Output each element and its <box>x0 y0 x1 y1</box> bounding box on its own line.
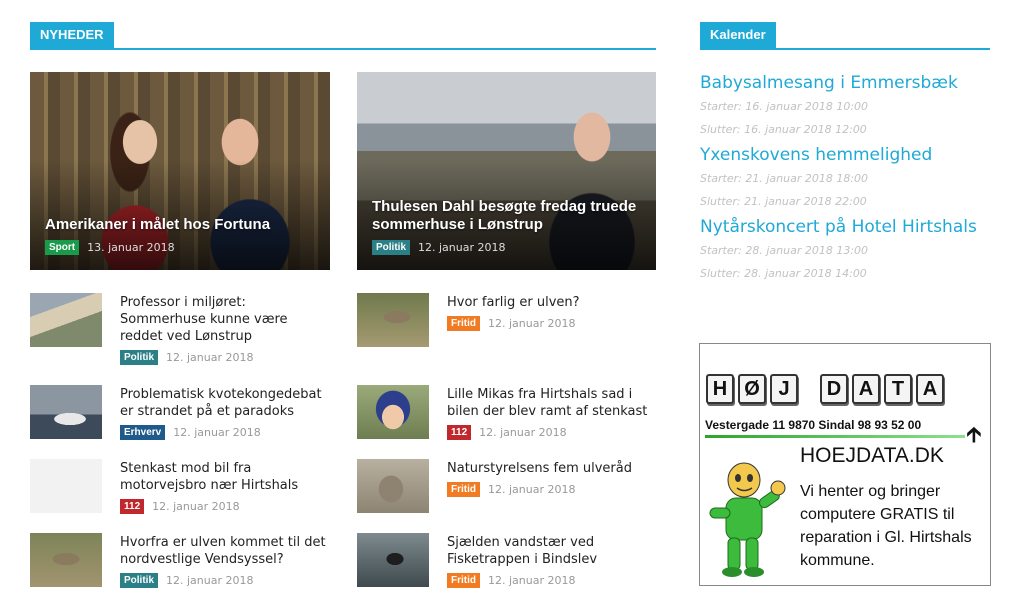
news-heading: NYHEDER <box>30 22 114 48</box>
article-date: 12. januar 2018 <box>173 426 261 439</box>
news-item[interactable]: Naturstyrelsens fem ulveråd Fritid 12. j… <box>357 459 657 517</box>
cursor-arrow-icon: 🡱 <box>966 423 982 448</box>
news-item-title[interactable]: Sjælden vandstær ved Fisketrappen i Bind… <box>447 534 659 568</box>
ad-address: Vestergade 11 9870 Sindal 98 93 52 00 <box>705 418 922 432</box>
news-item-title[interactable]: Naturstyrelsens fem ulveråd <box>447 460 659 477</box>
news-item-title[interactable]: Stenkast mod bil fra motorvejsbro nær Hi… <box>120 460 332 494</box>
logo-key: A <box>852 374 880 404</box>
event-start: Starter: 28. januar 2018 13:00 <box>700 244 869 257</box>
news-thumbnail[interactable] <box>357 385 429 439</box>
news-item[interactable]: Problematisk kvotekongedebat er strandet… <box>30 385 330 443</box>
featured-article-1[interactable]: Amerikaner i målet hos Fortuna Sport 13.… <box>30 72 330 270</box>
news-thumbnail[interactable] <box>30 533 102 587</box>
news-item[interactable]: Hvor farlig er ulven? Fritid 12. januar … <box>357 293 657 351</box>
news-thumbnail[interactable] <box>357 293 429 347</box>
event-start: Starter: 21. januar 2018 18:00 <box>700 172 869 185</box>
featured-title-2[interactable]: Thulesen Dahl besøgte fredag truede somm… <box>372 198 644 234</box>
category-tag[interactable]: Fritid <box>447 316 480 331</box>
news-thumbnail[interactable] <box>30 385 102 439</box>
event-title[interactable]: Nytårskoncert på Hotel Hirtshals <box>700 215 990 239</box>
logo-key: H <box>706 374 734 404</box>
category-tag[interactable]: Politik <box>120 350 159 365</box>
calendar-heading: Kalender <box>700 22 776 48</box>
event-end: Slutter: 21. januar 2018 22:00 <box>700 195 867 208</box>
news-thumbnail[interactable] <box>357 459 429 513</box>
category-tag[interactable]: 112 <box>447 425 472 440</box>
logo-key: Ø <box>738 374 766 404</box>
news-item-title[interactable]: Hvor farlig er ulven? <box>447 294 659 311</box>
category-tag[interactable]: Fritid <box>447 573 480 588</box>
news-thumbnail[interactable] <box>30 293 102 347</box>
ad-domain[interactable]: HOEJDATA.DK <box>800 444 944 468</box>
article-date: 12. januar 2018 <box>166 351 254 364</box>
event-title[interactable]: Babysalmesang i Emmersbæk <box>700 71 990 95</box>
category-tag[interactable]: Fritid <box>447 482 480 497</box>
news-item[interactable]: Professor i miljøret: Sommerhuse kunne v… <box>30 293 332 365</box>
event-end: Slutter: 28. januar 2018 14:00 <box>700 267 867 280</box>
news-item[interactable]: Stenkast mod bil fra motorvejsbro nær Hi… <box>30 459 330 517</box>
featured-title-1[interactable]: Amerikaner i målet hos Fortuna <box>45 216 318 234</box>
featured-article-2[interactable]: Thulesen Dahl besøgte fredag truede somm… <box>357 72 656 270</box>
news-item-title[interactable]: Problematisk kvotekongedebat er strandet… <box>120 386 332 420</box>
divider <box>705 435 965 438</box>
article-date: 12. januar 2018 <box>418 241 506 254</box>
logo-key: A <box>916 374 944 404</box>
ad-text: Vi henter og bringer computere GRATIS ti… <box>800 483 972 569</box>
category-tag[interactable]: Sport <box>45 240 80 255</box>
news-item[interactable]: Sjælden vandstær ved Fisketrappen i Bind… <box>357 533 657 591</box>
event-end: Slutter: 16. januar 2018 12:00 <box>700 123 867 136</box>
news-item-title[interactable]: Hvorfra er ulven kommet til det nordvest… <box>120 534 332 568</box>
article-date: 12. januar 2018 <box>488 574 576 587</box>
calendar-section-header: Kalender <box>700 22 990 50</box>
category-tag[interactable]: Erhverv <box>120 425 166 440</box>
article-date: 12. januar 2018 <box>479 426 567 439</box>
thumbs-up-mascot-icon <box>709 462 786 577</box>
news-section-header: NYHEDER <box>30 22 656 50</box>
category-tag[interactable]: 112 <box>120 499 145 514</box>
category-tag[interactable]: Politik <box>120 573 159 588</box>
news-item[interactable]: Hvorfra er ulven kommet til det nordvest… <box>30 533 330 591</box>
article-date: 12. januar 2018 <box>166 574 254 587</box>
article-date: 12. januar 2018 <box>488 483 576 496</box>
category-tag[interactable]: Politik <box>372 240 411 255</box>
event-title[interactable]: Yxenskovens hemmelighed <box>700 143 990 167</box>
calendar-event[interactable]: Babysalmesang i Emmersbæk Starter: 16. j… <box>700 71 990 141</box>
news-item-title[interactable]: Lille Mikas fra Hirtshals sad i bilen de… <box>447 386 659 420</box>
logo-key: D <box>820 374 848 404</box>
article-date: 12. januar 2018 <box>488 317 576 330</box>
news-thumbnail[interactable] <box>357 533 429 587</box>
hoej-data-advertisement[interactable]: H Ø J D A T A Vestergade 11 9870 Sindal … <box>699 343 991 586</box>
event-start: Starter: 16. januar 2018 10:00 <box>700 100 869 113</box>
article-date: 13. januar 2018 <box>87 241 175 254</box>
news-thumbnail[interactable] <box>30 459 102 513</box>
calendar-event[interactable]: Nytårskoncert på Hotel Hirtshals Starter… <box>700 215 990 285</box>
news-item[interactable]: Lille Mikas fra Hirtshals sad i bilen de… <box>357 385 657 443</box>
calendar-event[interactable]: Yxenskovens hemmelighed Starter: 21. jan… <box>700 143 990 213</box>
logo-key: J <box>770 374 798 404</box>
news-item-title[interactable]: Professor i miljøret: Sommerhuse kunne v… <box>120 294 332 345</box>
logo-key: T <box>884 374 912 404</box>
article-date: 12. januar 2018 <box>152 500 240 513</box>
keyboard-logo: H Ø J D A T A <box>706 374 944 404</box>
